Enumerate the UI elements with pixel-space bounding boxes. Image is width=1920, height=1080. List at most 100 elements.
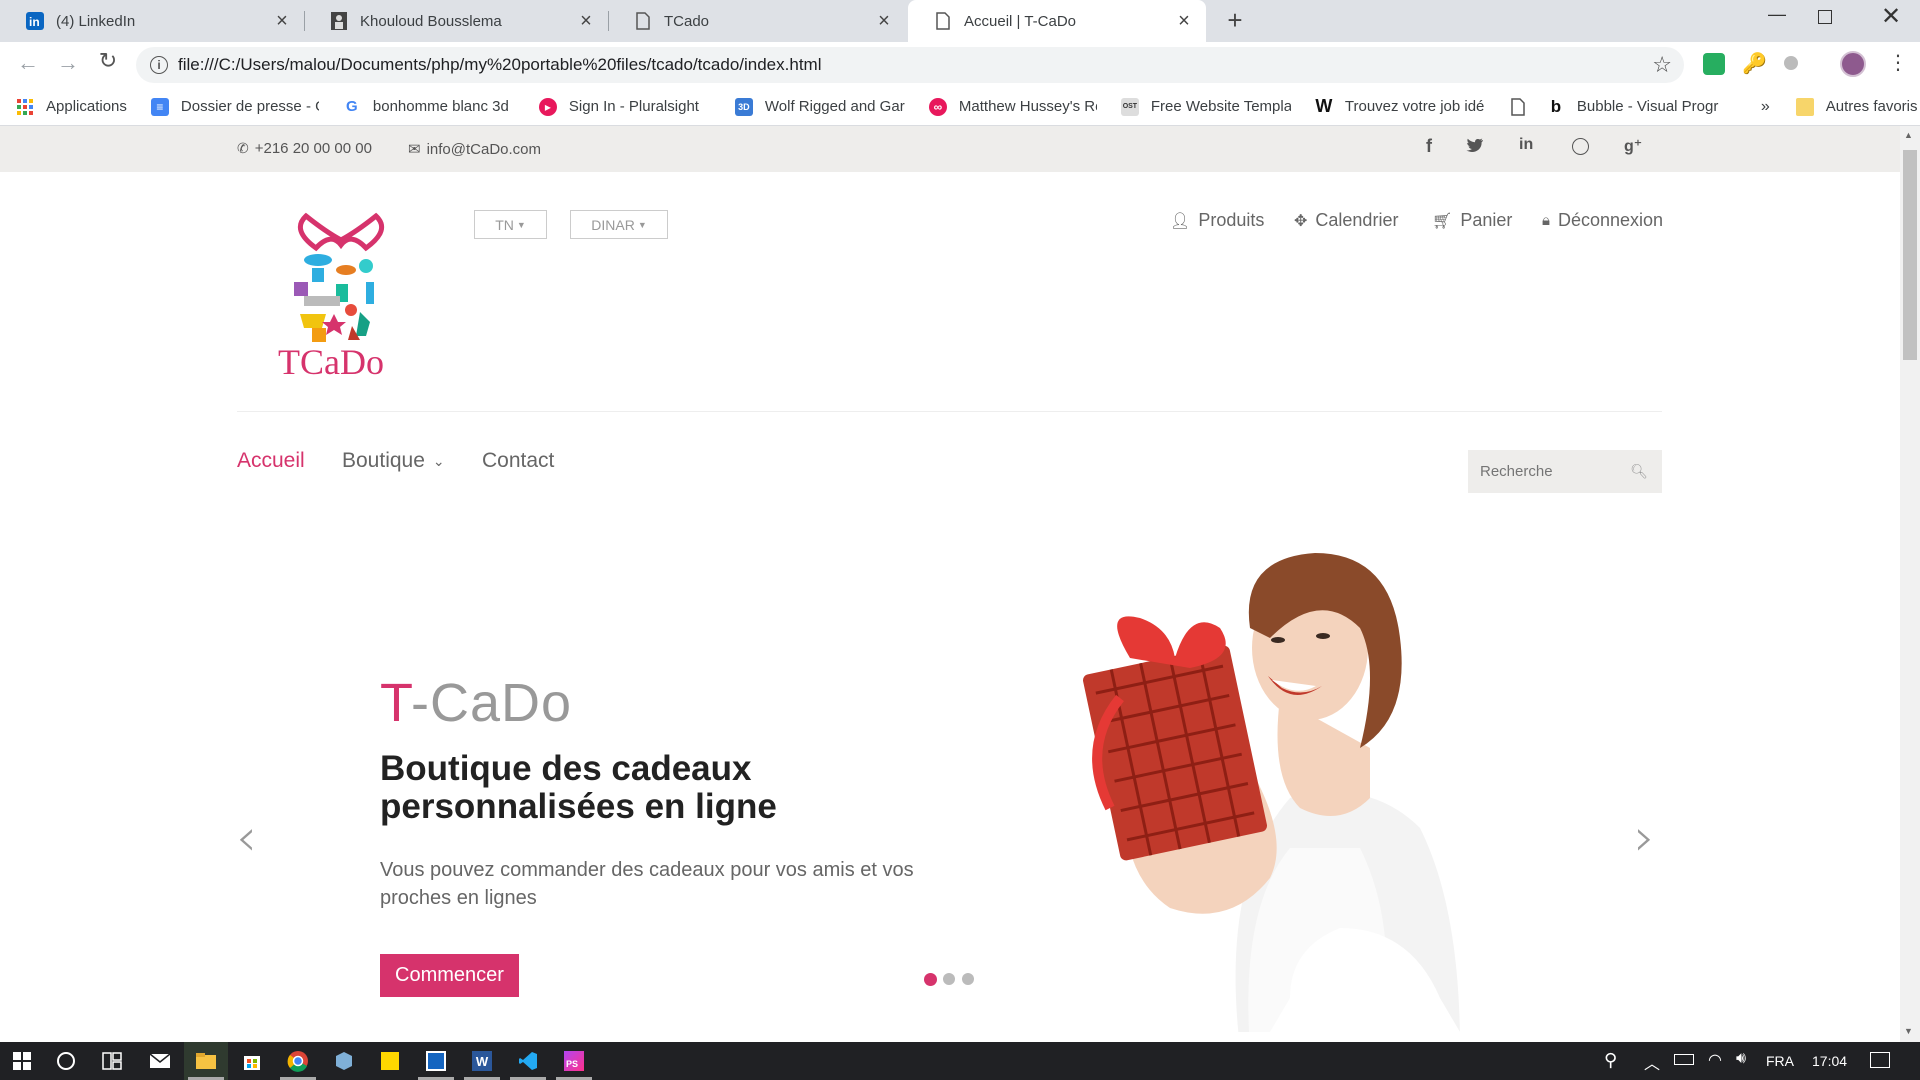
bookmark-dossier-presse[interactable]: ≡ Dossier de presse - G	[150, 97, 319, 116]
extension-icon[interactable]	[1703, 53, 1725, 75]
address-bar[interactable]: i file:///C:/Users/malou/Documents/php/m…	[136, 47, 1684, 83]
bookmark-label: Autres favoris	[1825, 98, 1918, 115]
bookmark-page[interactable]	[1509, 97, 1533, 116]
store-icon[interactable]	[230, 1042, 274, 1080]
file-explorer-icon[interactable]	[184, 1042, 228, 1080]
word-icon[interactable]: W	[460, 1042, 504, 1080]
sticky-notes-icon[interactable]	[368, 1042, 412, 1080]
3d-app-icon[interactable]	[322, 1042, 366, 1080]
search-box[interactable]: 🔍︎	[1468, 450, 1662, 493]
facebook-icon[interactable]: f	[1420, 136, 1438, 157]
slider-dot[interactable]	[962, 973, 974, 985]
contact-phone[interactable]: ✆ +216 20 00 00 00	[237, 140, 372, 157]
bookmark-pluralsight[interactable]: ▸ Sign In - Pluralsight	[538, 97, 711, 116]
search-input[interactable]	[1468, 463, 1631, 480]
chevron-up-icon[interactable]: ︿	[1644, 1050, 1660, 1074]
input-language[interactable]: FRA	[1766, 1053, 1794, 1069]
info-icon[interactable]: i	[150, 56, 168, 74]
lock-icon: 🔒︎	[1542, 212, 1550, 229]
bookmark-matthew-hussey[interactable]: ∞ Matthew Hussey's Re	[928, 97, 1097, 116]
back-arrow-icon[interactable]: ←	[14, 50, 42, 78]
slider-dot[interactable]	[943, 973, 955, 985]
contact-email[interactable]: ✉ info@tCaDo.com	[408, 140, 541, 159]
caret-down-icon: ▼	[516, 219, 526, 230]
scroll-down-arrow[interactable]: ▼	[1904, 1026, 1913, 1036]
avatar[interactable]	[1840, 51, 1866, 77]
bookmark-bonhomme[interactable]: G bonhomme blanc 3d	[343, 98, 515, 116]
google-plus-icon[interactable]: g⁺	[1624, 136, 1642, 156]
nav-boutique-label: Boutique	[342, 449, 425, 472]
new-tab-button[interactable]: +	[1220, 6, 1250, 36]
minimize-window-button[interactable]: —	[1762, 4, 1792, 34]
app-icon[interactable]	[414, 1042, 458, 1080]
tab-linkedin[interactable]: in (4) LinkedIn ×	[0, 0, 304, 42]
nav-contact[interactable]: Contact	[482, 449, 554, 473]
search-icon[interactable]: 🔍︎	[1630, 463, 1648, 480]
volume-icon[interactable]: 🔊︎	[1736, 1050, 1746, 1068]
bookmark-label: bonhomme blanc 3d	[372, 98, 509, 115]
reload-icon[interactable]: ↻	[94, 48, 122, 76]
slider-dot-active[interactable]	[924, 973, 937, 986]
commencer-button[interactable]: Commencer	[380, 954, 519, 997]
header-link-calendrier[interactable]: ✥ Calendrier	[1294, 210, 1398, 231]
notifications-icon[interactable]	[1870, 1052, 1890, 1068]
nav-accueil[interactable]: Accueil	[237, 449, 305, 473]
cortana-search-icon[interactable]	[44, 1042, 88, 1080]
close-tab-icon[interactable]: ×	[268, 10, 296, 33]
scroll-up-arrow[interactable]: ▲	[1904, 130, 1913, 140]
chrome-icon[interactable]	[276, 1042, 320, 1080]
language-select[interactable]: TN ▼	[474, 210, 547, 239]
scrollbar-thumb[interactable]	[1903, 150, 1917, 360]
slider-next-arrow[interactable]: ›	[1634, 808, 1655, 868]
close-tab-icon[interactable]: ×	[870, 10, 898, 33]
bookmark-label: Matthew Hussey's Re	[958, 98, 1097, 115]
page-icon	[1509, 97, 1527, 116]
tab-title: Khouloud Bousslema	[360, 12, 502, 30]
header-link-produits[interactable]: 👤︎ Produits	[1170, 210, 1264, 231]
other-bookmarks-folder[interactable]: Autres favoris	[1795, 97, 1918, 116]
bookmark-trouvez-job[interactable]: W Trouvez votre job idé	[1315, 98, 1485, 116]
page-scrollbar[interactable]: ▲ ▼	[1900, 126, 1920, 1042]
key-extension-icon[interactable]: 🔑	[1742, 51, 1767, 76]
bookmark-free-templates[interactable]: OST Free Website Templat	[1120, 97, 1291, 116]
phpstorm-icon[interactable]: PS	[552, 1042, 596, 1080]
clock-time[interactable]: 17:04	[1812, 1053, 1847, 1069]
dribbble-icon[interactable]	[1572, 138, 1589, 155]
tcado-logo[interactable]: TCaDo	[276, 210, 406, 382]
wifi-icon[interactable]: ◠	[1708, 1050, 1722, 1070]
header-link-panier[interactable]: 🛒︎ Panier	[1432, 210, 1512, 231]
envelope-icon: ✉	[408, 141, 421, 158]
battery-icon[interactable]	[1674, 1054, 1694, 1065]
tab-accueil-active[interactable]: Accueil | T-CaDo ×	[908, 0, 1206, 42]
pluralsight-icon: ▸	[538, 97, 557, 116]
currency-select[interactable]: DINAR ▼	[570, 210, 668, 239]
mail-app-icon[interactable]	[138, 1042, 182, 1080]
menu-kebab-icon[interactable]: ⋮	[1888, 50, 1908, 75]
url-text[interactable]: file:///C:/Users/malou/Documents/php/my%…	[178, 55, 1652, 75]
forward-arrow-icon[interactable]: →	[54, 50, 82, 78]
people-icon[interactable]: ⚲	[1604, 1050, 1617, 1071]
header-link-deconnexion[interactable]: 🔒︎ Déconnexion	[1542, 210, 1663, 231]
bookmark-bubble[interactable]: b Bubble - Visual Progr	[1547, 98, 1723, 116]
close-window-button[interactable]: ✕	[1876, 2, 1906, 32]
bookmark-wolf[interactable]: 3D Wolf Rigged and Gar	[734, 97, 905, 116]
linkedin-icon[interactable]: in	[1519, 136, 1533, 154]
slider-prev-arrow[interactable]: ‹	[236, 808, 257, 868]
star-bookmark-icon[interactable]: ☆	[1652, 52, 1672, 78]
slider-description: Vous pouvez commander des cadeaux pour v…	[380, 859, 914, 909]
restore-window-button[interactable]	[1818, 10, 1832, 24]
bookmark-applications[interactable]: Applications	[16, 98, 127, 116]
twitter-icon[interactable]	[1466, 138, 1484, 158]
task-view-icon[interactable]	[90, 1042, 134, 1080]
close-tab-icon[interactable]: ×	[572, 10, 600, 33]
header-link-label: Calendrier	[1315, 210, 1399, 230]
folder-icon	[1795, 97, 1814, 116]
nav-boutique[interactable]: Boutique ⌄	[342, 449, 445, 473]
windows-start-icon[interactable]	[0, 1042, 44, 1080]
more-bookmarks-chevron[interactable]: »	[1761, 98, 1770, 116]
tab-tcado[interactable]: TCado ×	[608, 0, 906, 42]
close-tab-icon[interactable]: ×	[1170, 10, 1198, 33]
extension-icon[interactable]	[1784, 56, 1798, 70]
vscode-icon[interactable]	[506, 1042, 550, 1080]
tab-profile[interactable]: Khouloud Bousslema ×	[304, 0, 608, 42]
